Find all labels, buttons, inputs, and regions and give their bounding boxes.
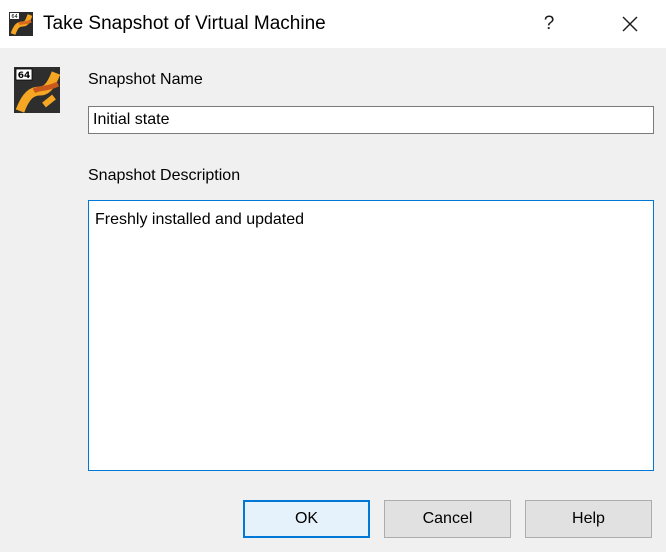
snapshot-description-textarea[interactable]: Freshly installed and updated xyxy=(88,200,654,471)
vm-icon-badge: 64 xyxy=(18,71,31,81)
virtualbox-64-icon: 64 xyxy=(14,67,60,113)
title-bar: 64 Take Snapshot of Virtual Machine ? xyxy=(0,0,666,48)
svg-text:64: 64 xyxy=(11,14,17,20)
snapshot-name-label: Snapshot Name xyxy=(88,71,203,88)
snapshot-name-input[interactable] xyxy=(88,106,654,134)
cancel-button[interactable]: Cancel xyxy=(384,500,511,538)
virtualbox-app-icon: 64 xyxy=(9,12,33,36)
ok-button[interactable]: OK xyxy=(243,500,370,538)
question-mark-icon: ? xyxy=(543,13,555,34)
dialog-title: Take Snapshot of Virtual Machine xyxy=(43,13,326,34)
help-title-button[interactable]: ? xyxy=(526,0,572,48)
take-snapshot-dialog: 64 Take Snapshot of Virtual Machine ? 64… xyxy=(0,0,666,552)
close-icon xyxy=(622,16,638,32)
help-button[interactable]: Help xyxy=(525,500,652,538)
close-button[interactable] xyxy=(607,0,653,48)
snapshot-description-label: Snapshot Description xyxy=(88,167,241,184)
